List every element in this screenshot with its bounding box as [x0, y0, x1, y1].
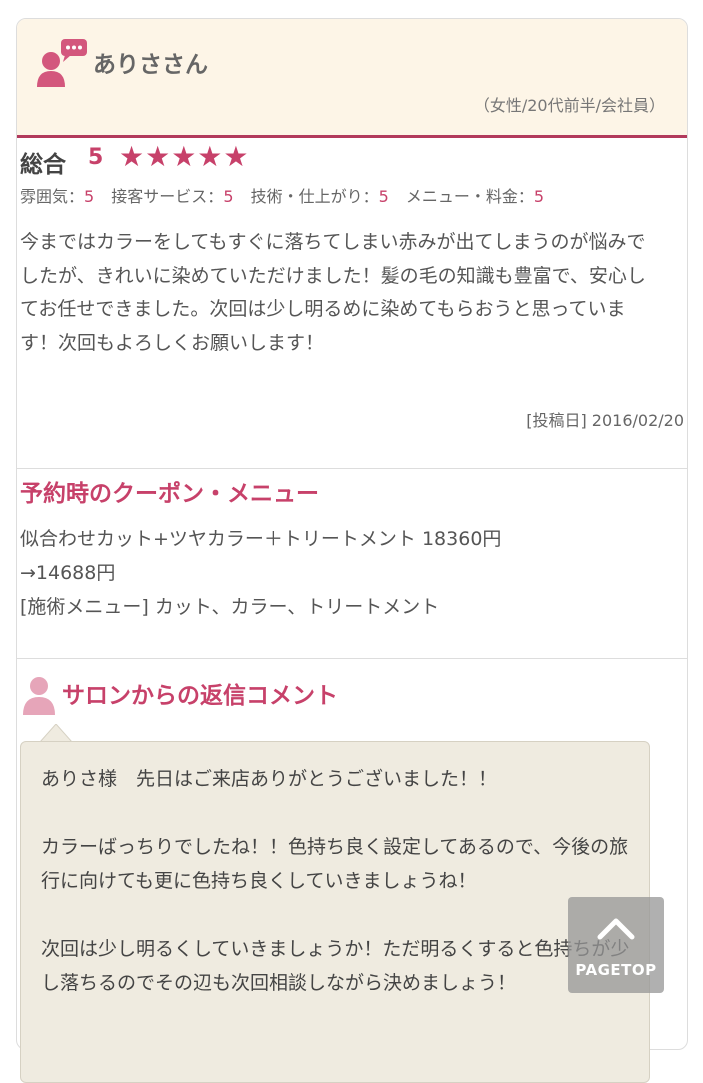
pagetop-label: PAGETOP	[575, 961, 657, 979]
star-rating: ★★★★★	[119, 140, 250, 173]
sub-rating-label: 雰囲気：	[20, 187, 85, 206]
coupon-title: 予約時のクーポン・メニュー	[20, 481, 319, 507]
review-body: 今まではカラーをしてもすぐに落ちてしまい赤みが出てしまうのが悩みでしたが、きれい…	[20, 231, 646, 354]
section-divider	[17, 658, 687, 659]
chevron-up-icon	[597, 918, 635, 940]
coupon-price-line: →14688円	[20, 562, 116, 584]
section-divider	[17, 468, 687, 469]
reply-title: サロンからの返信コメント	[62, 683, 338, 709]
coupon-text: 似合わせカット+ツヤカラー＋トリートメント 18360円 →14688円 [施術…	[20, 522, 620, 624]
user-chat-icon	[37, 39, 87, 87]
overall-label: 総合	[20, 152, 66, 178]
sub-rating-label: メニュー・料金：	[405, 187, 534, 206]
reply-bubble: ありさ様 先日はご来店ありがとうございました！！ カラーばっちりでしたね！！色持…	[20, 741, 650, 1083]
reviewer-name: ありささん	[93, 52, 208, 78]
sub-rating-value: 5	[533, 187, 545, 206]
sub-rating-label: 接客サービス：	[111, 187, 224, 206]
sub-rating-value: 5	[378, 187, 389, 206]
reviewer-header: ありささん （女性/20代前半/会社員）	[17, 19, 687, 138]
sub-ratings: 雰囲気：5 接客サービス：5 技術・仕上がり：5 メニュー・料金：5	[20, 183, 556, 207]
pagetop-button[interactable]: PAGETOP	[568, 897, 664, 993]
salon-person-icon	[23, 677, 55, 715]
bubble-tail	[40, 724, 72, 742]
reply-text: ありさ様 先日はご来店ありがとうございました！！ カラーばっちりでしたね！！色持…	[41, 768, 630, 994]
sub-rating-value: 5	[223, 187, 234, 206]
reviewer-profile: （女性/20代前半/会社員）	[473, 96, 665, 115]
overall-score: 5	[88, 145, 104, 170]
sub-rating-label: 技術・仕上がり：	[250, 187, 379, 206]
coupon-menu-line: 似合わせカット+ツヤカラー＋トリートメント 18360円	[20, 528, 502, 550]
post-date: [投稿日] 2016/02/20	[526, 411, 684, 430]
coupon-treatment-line: [施術メニュー] カット、カラー、トリートメント	[20, 596, 440, 618]
sub-rating-value: 5	[84, 187, 95, 206]
